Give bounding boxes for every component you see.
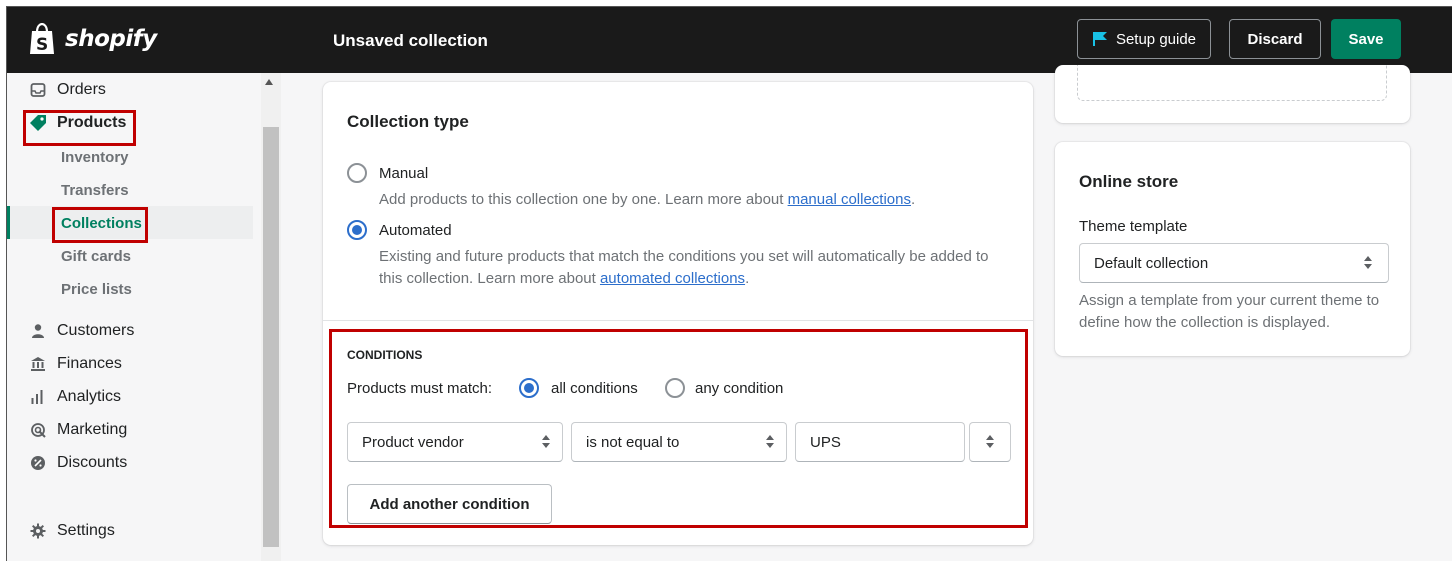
shopify-logo[interactable]: S shopify — [27, 23, 157, 55]
save-button[interactable]: Save — [1331, 19, 1401, 59]
app-window: S shopify Unsaved collection Setup guide… — [6, 6, 1452, 561]
select-caret-icon — [1364, 256, 1372, 270]
bar-chart-icon — [29, 388, 47, 406]
image-dropzone[interactable] — [1077, 65, 1387, 101]
online-store-title: Online store — [1079, 172, 1179, 191]
sidebar-item-marketing[interactable]: Marketing — [29, 421, 127, 439]
page-title: Unsaved collection — [333, 31, 488, 50]
sidebar-item-customers[interactable]: Customers — [29, 322, 134, 340]
sidebar-subitem-inventory[interactable]: Inventory — [61, 149, 129, 166]
discount-icon — [29, 454, 47, 472]
sidebar-item-orders[interactable]: Orders — [29, 81, 106, 99]
sidebar-item-label: Customers — [57, 322, 135, 339]
automated-help: Existing and future products that match … — [379, 246, 989, 290]
highlight-conditions — [329, 329, 1028, 528]
image-upload-card — [1055, 65, 1410, 123]
shopify-bag-icon: S — [30, 23, 54, 55]
collection-type-card: Collection type Manual Add products to t… — [323, 82, 1033, 545]
sidebar-item-label: Finances — [57, 355, 122, 372]
discard-button[interactable]: Discard — [1229, 19, 1321, 59]
theme-template-value: Default collection — [1094, 254, 1209, 272]
automated-collections-link[interactable]: automated collections — [600, 270, 745, 287]
flag-icon — [1092, 32, 1107, 46]
sidebar-item-discounts[interactable]: Discounts — [29, 454, 127, 472]
period: . — [911, 191, 916, 208]
gear-icon — [29, 522, 47, 540]
sidebar-subitem-price-lists[interactable]: Price lists — [61, 281, 132, 298]
sidebar-subitem-gift-cards[interactable]: Gift cards — [61, 248, 131, 265]
highlight-collections — [52, 207, 148, 243]
active-item-indicator — [7, 206, 10, 239]
period: . — [745, 270, 750, 287]
theme-template-select[interactable]: Default collection — [1079, 243, 1389, 283]
bank-icon — [29, 355, 47, 373]
sidebar-nav: Orders Products Inventory Transfers Coll… — [7, 73, 281, 561]
collection-type-title: Collection type — [347, 112, 469, 131]
manual-collections-link[interactable]: manual collections — [788, 191, 911, 208]
sidebar-scrollbar[interactable] — [261, 73, 281, 561]
top-bar: S shopify Unsaved collection Setup guide… — [7, 7, 1452, 73]
sidebar-item-finances[interactable]: Finances — [29, 355, 122, 373]
sidebar-item-label: Settings — [57, 522, 115, 539]
setup-guide-label: Setup guide — [1115, 30, 1197, 48]
theme-template-help: Assign a template from your current them… — [1079, 292, 1380, 331]
person-icon — [29, 322, 47, 340]
sidebar-item-analytics[interactable]: Analytics — [29, 388, 121, 406]
scroll-thumb[interactable] — [263, 127, 279, 547]
section-divider — [323, 320, 1033, 321]
sidebar-item-label: Orders — [57, 81, 106, 98]
scroll-up-arrow[interactable] — [265, 79, 273, 85]
sidebar-item-settings[interactable]: Settings — [29, 522, 115, 540]
highlight-products — [23, 110, 136, 146]
manual-label: Manual — [379, 165, 429, 182]
sidebar-item-label: Discounts — [57, 454, 128, 471]
target-icon — [29, 421, 47, 439]
manual-radio[interactable] — [347, 163, 367, 183]
theme-template-label: Theme template — [1079, 218, 1188, 235]
sidebar-item-label: Analytics — [57, 388, 122, 405]
automated-radio[interactable] — [347, 220, 367, 240]
inbox-icon — [29, 81, 47, 99]
sidebar-subitem-transfers[interactable]: Transfers — [61, 182, 129, 199]
manual-help: Add products to this collection one by o… — [379, 189, 915, 211]
online-store-card: Online store Theme template Default coll… — [1055, 142, 1410, 356]
manual-help-text: Add products to this collection one by o… — [379, 191, 788, 208]
automated-label: Automated — [379, 222, 452, 239]
svg-text:S: S — [36, 35, 48, 55]
setup-guide-button[interactable]: Setup guide — [1077, 19, 1211, 59]
brand-name: shopify — [65, 26, 157, 52]
sidebar-item-label: Marketing — [57, 421, 128, 438]
